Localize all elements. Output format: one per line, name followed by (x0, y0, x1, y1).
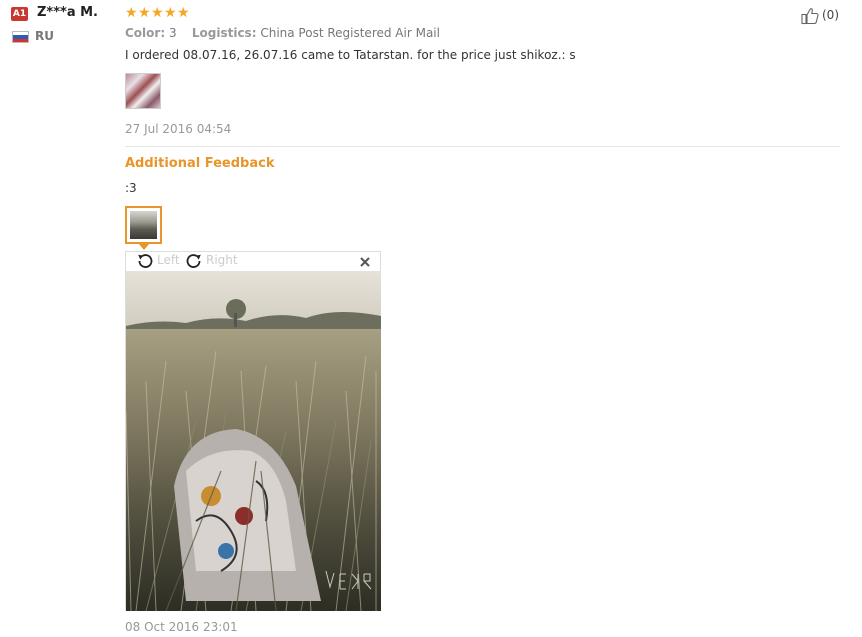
additional-photo-thumbnail[interactable] (125, 206, 162, 244)
star-icon: ★ (177, 5, 190, 21)
star-icon: ★ (125, 5, 138, 21)
color-value: 3 (168, 26, 177, 40)
rotate-left-icon[interactable] (135, 251, 155, 271)
color-label: Color: (125, 26, 166, 40)
rotate-left-button[interactable]: Left (157, 253, 180, 267)
star-icon: ★ (164, 5, 177, 21)
reviewer-country: RU (35, 29, 54, 43)
divider (125, 146, 840, 147)
star-icon: ★ (151, 5, 164, 21)
helpful-count[interactable]: (0) (822, 8, 839, 22)
rotate-right-icon[interactable] (184, 251, 204, 271)
additional-feedback-text: :3 (125, 181, 137, 195)
russia-flag-icon (12, 31, 29, 43)
rotate-right-button[interactable]: Right (206, 253, 238, 267)
review-text: I ordered 08.07.16, 26.07.16 came to Tat… (125, 48, 576, 62)
logistics-label: Logistics: (191, 26, 257, 40)
review-date: 27 Jul 2016 04:54 (125, 122, 232, 136)
logistics-value: China Post Registered Air Mail (260, 26, 440, 40)
review-photo-large (126, 271, 381, 611)
thumbs-up-icon[interactable] (800, 6, 820, 26)
additional-feedback-date: 08 Oct 2016 23:01 (125, 620, 238, 634)
buyer-level-badge: A1 (11, 7, 28, 21)
selected-indicator (139, 244, 149, 250)
star-rating: ★ ★ ★ ★ ★ (125, 6, 190, 20)
order-info: Color: 3 Logistics: China Post Registere… (125, 26, 440, 40)
star-icon: ★ (138, 5, 151, 21)
reviewer-name: Z***a M. (37, 5, 98, 20)
close-icon[interactable] (358, 255, 372, 269)
additional-feedback-title: Additional Feedback (125, 156, 275, 171)
review-photo-thumbnail[interactable] (125, 73, 161, 109)
